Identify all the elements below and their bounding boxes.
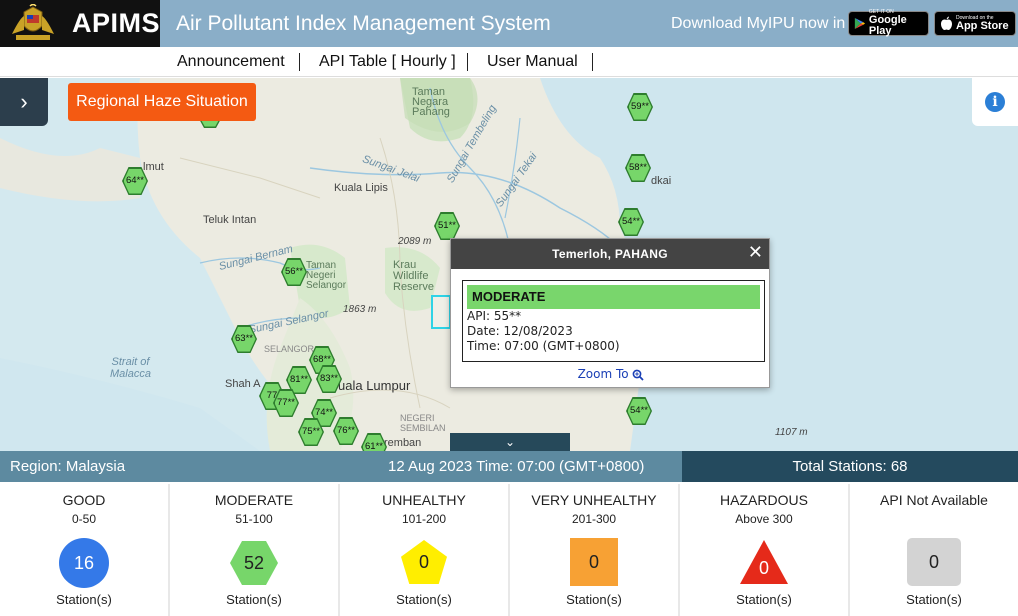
legend-range: 51-100 [235,512,273,526]
expand-panel-button[interactable]: › [0,78,48,126]
popup-title: Temerloh, PAHANG [451,239,769,269]
legend-count: 0 [928,551,939,572]
label-lmut: lmut [143,161,164,173]
very-unhealthy-square-icon: 0 [570,538,618,586]
station-popup: Temerloh, PAHANG ✕ MODERATE API: 55** Da… [450,238,770,388]
legend-stations-label: Station(s) [56,592,112,607]
legend-count: 52 [243,552,265,573]
legend-range: 101-200 [401,512,447,526]
google-play-icon [854,17,866,30]
hazardous-triangle-icon: 0 [740,540,788,584]
nav-user-manual[interactable]: User Manual [487,53,578,71]
legend-stations-label: Station(s) [396,592,452,607]
app-title: Air Pollutant Index Management System [176,12,551,35]
label-elevation-1863: 1863 m [343,304,377,315]
unhealthy-pentagon-icon: 0 [401,540,447,584]
chevron-right-icon: › [20,89,28,114]
nav-divider [592,53,593,71]
logo-block[interactable]: APIMS [0,0,160,47]
coat-of-arms-logo [12,4,54,40]
label-elevation-2089: 2089 m [398,236,432,247]
info-button[interactable]: i [972,78,1018,126]
legend-count: 0 [418,551,429,572]
map-area[interactable]: Taman Negara Pahang Kuala Lipis Teluk Inta… [0,78,1018,451]
google-play-button[interactable]: GET IT ON Google Play [848,10,929,37]
legend-range: Above 300 [735,512,793,526]
popup-time: Time: 07:00 (GMT+0800) [467,339,620,353]
popup-details: MODERATE API: 55** Date: 12/08/2023 Time… [462,280,765,362]
collapse-legend-button[interactable]: ⌄ [450,433,570,451]
label-teluk-intan: Teluk Intan [203,214,257,226]
region-label: Region: Malaysia [10,458,126,475]
status-bar: Region: Malaysia 12 Aug 2023 Time: 07:00… [0,451,1018,482]
good-circle-icon: 16 [59,538,109,588]
legend-moderate[interactable]: MODERATE 51-100 52 Station(s) [170,484,338,616]
zoom-in-icon [633,369,645,381]
zoom-to-link[interactable]: Zoom To [451,367,771,381]
legend-name: GOOD [62,492,106,508]
close-icon[interactable]: ✕ [748,242,763,263]
top-header: APIMS Air Pollutant Index Management Sys… [0,0,1018,47]
popup-api: API: 55** [467,309,522,323]
nav-announcement[interactable]: Announcement [177,53,285,71]
popup-status-badge: MODERATE [467,285,760,309]
total-stations-label: Total Stations: 68 [682,451,1018,482]
legend-name: UNHEALTHY [382,492,466,508]
chevron-down-icon: ⌄ [504,435,516,449]
label-taman-selangor: Taman Negeri Selangor [306,260,347,291]
legend-stations-label: Station(s) [566,592,622,607]
info-icon: i [985,92,1005,112]
not-available-square-icon: 0 [907,538,961,586]
regional-haze-button[interactable]: Regional Haze Situation [68,83,256,121]
label-kuala-lipis: Kuala Lipis [334,182,388,194]
legend-name: VERY UNHEALTHY [531,492,657,508]
legend-very-unhealthy[interactable]: VERY UNHEALTHY 201-300 0 Station(s) [510,484,678,616]
legend-count: 0 [588,551,599,572]
label-shah-alam: Shah A [225,378,261,390]
api-legend: GOOD 0-50 16 Station(s) MODERATE 51-100 … [0,484,1018,616]
nav-divider [467,53,468,71]
legend-range: 0-50 [71,512,97,526]
label-taman-negara: Taman Negara Pahang [412,86,450,118]
app-store-label: App Store [956,19,1009,32]
label-kuala-lumpur: uala Lumpur [338,378,411,393]
legend-name: HAZARDOUS [720,492,808,508]
popup-date: Date: 12/08/2023 [467,324,573,338]
legend-range: 201-300 [571,512,617,526]
nav-bar: Announcement API Table [ Hourly ] User M… [0,47,1018,77]
label-elevation-1107: 1107 m [775,427,808,438]
app-store-button[interactable]: Download on the App Store [934,11,1016,36]
legend-name: MODERATE [214,492,294,508]
legend-unhealthy[interactable]: UNHEALTHY 101-200 0 Station(s) [340,484,508,616]
label-remban: remban [384,437,422,449]
google-play-label: Google Play [868,14,907,37]
label-strait-of-malacca: Strait of Malacca [110,356,151,380]
brand-name: APIMS [72,8,161,38]
nav-divider [299,53,300,71]
label-krau-wildlife: Krau Wildlife Reserve [393,259,434,293]
legend-stations-label: Station(s) [226,592,282,607]
nav-api-table[interactable]: API Table [ Hourly ] [319,53,456,71]
label-dkai: dkai [651,175,672,187]
legend-stations-label: Station(s) [736,592,792,607]
zoom-to-label: Zoom To [577,367,629,381]
moderate-hexagon-icon: 52 [230,541,278,585]
selected-station-marker[interactable] [431,295,451,329]
legend-count: 16 [73,552,95,573]
legend-stations-label: Station(s) [906,592,962,607]
date-time-label: 12 Aug 2023 Time: 07:00 (GMT+0800) [388,458,645,475]
legend-count: 0 [758,557,769,578]
legend-name: API Not Available [880,492,988,508]
label-selangor: SELANGOR [264,344,315,354]
label-negeri-sembilan: NEGERI SEMBILAN [400,413,446,433]
download-text: Download MyIPU now in [671,15,846,32]
legend-hazardous[interactable]: HAZARDOUS Above 300 0 Station(s) [680,484,848,616]
legend-not-available[interactable]: API Not Available 0 Station(s) [850,484,1018,616]
legend-good[interactable]: GOOD 0-50 16 Station(s) [0,484,168,616]
apple-icon [941,16,952,30]
